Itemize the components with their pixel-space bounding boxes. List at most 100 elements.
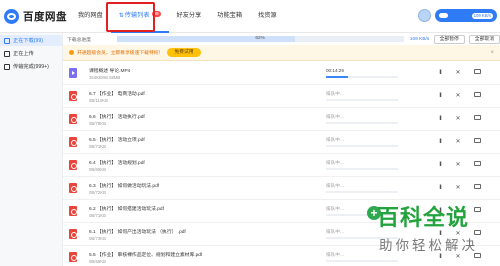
nav-friend-share[interactable]: 好友分享 [169, 0, 210, 33]
total-progress-label: 下载总进度 [67, 37, 91, 43]
notice-text: 开通超级会员，立即尊享极速下载特权！ [77, 51, 164, 56]
pause-icon[interactable]: II [436, 115, 444, 123]
close-icon[interactable]: ✕ [454, 138, 462, 146]
file-name: 6.4 【执行】 活动规划.pdf [89, 161, 145, 166]
sidebar-item-completed[interactable]: 传输完成(999+) [0, 61, 62, 72]
transfer-status: 排队中… [326, 252, 345, 257]
pause-icon[interactable]: II [436, 161, 444, 169]
file-progress-bar [326, 76, 398, 78]
total-progress-row: 下载总进度 62% 109 KB/s 全部暂停 全部取消 [63, 33, 500, 45]
pdf-file-icon [69, 252, 77, 262]
logo[interactable]: 百度网盘 [4, 7, 67, 25]
pdf-file-icon [69, 160, 77, 170]
account-area: 109 KB/s [418, 9, 497, 22]
close-icon[interactable]: ✕ [454, 161, 462, 169]
transfer-status: 排队中… [326, 137, 345, 142]
pause-icon[interactable]: II [436, 138, 444, 146]
nav-transfer-list[interactable]: ⇅传输列表 99 [110, 0, 169, 33]
watermark-subtitle: 助你轻松解决 [379, 238, 478, 253]
video-file-icon [69, 68, 77, 78]
pause-icon[interactable]: II [436, 92, 444, 100]
sidebar-item-label: 正在下载(99) [13, 38, 43, 44]
transfer-icon: ⇅ [118, 13, 124, 19]
folder-icon[interactable] [473, 115, 481, 123]
transfer-status: 排队中… [326, 114, 345, 119]
folder-icon[interactable] [473, 161, 481, 169]
file-name: 5.5 【作业】 审核裸作品定位、规划和建立素材库.pdf [89, 253, 203, 258]
folder-icon[interactable] [473, 69, 481, 77]
file-progress-bar [326, 145, 398, 147]
file-name: 6.3 【执行】 如何做活动玩法.pdf [89, 184, 160, 189]
transfer-status: 排队中… [326, 206, 345, 211]
table-row[interactable]: 6.5 【执行】 活动立项.pdf 0B/71KB 排队中… II ✕ [63, 131, 500, 154]
close-icon[interactable]: ✕ [454, 69, 462, 77]
close-icon[interactable]: × [490, 50, 494, 56]
watermark-logo: + 百科全说 助你轻松解决 [367, 200, 497, 260]
cancel-all-button[interactable]: 全部取消 [468, 34, 500, 44]
file-size: 0B/65KB [89, 167, 106, 172]
check-icon [4, 63, 10, 70]
pdf-file-icon [69, 206, 77, 216]
file-name: 6.2 【执行】 如何搭建活动玩法.pdf [89, 207, 164, 212]
watermark-title: 百科全说 [377, 205, 470, 230]
info-icon [69, 50, 74, 55]
pdf-file-icon [69, 137, 77, 147]
pdf-file-icon [69, 183, 77, 193]
vip-notice-bar: 开通超级会员，立即尊享极速下载特权！ 免费试用 × [63, 45, 500, 61]
table-row[interactable]: 6.4 【执行】 活动规划.pdf 0B/65KB 排队中… II ✕ [63, 154, 500, 177]
file-progress-bar [326, 191, 398, 193]
file-size: 0B/66KB [89, 259, 106, 264]
main-nav: 我的网盘 ⇅传输列表 99 好友分享 功能宝箱 找资源 [70, 0, 285, 33]
nav-my-drive[interactable]: 我的网盘 [70, 0, 111, 33]
transfer-status: 排队中… [326, 229, 345, 234]
folder-icon[interactable] [473, 92, 481, 100]
pause-icon[interactable]: II [436, 184, 444, 192]
pause-all-button[interactable]: 全部暂停 [433, 34, 465, 44]
file-progress-bar [326, 99, 398, 101]
file-progress-bar [326, 122, 398, 124]
file-size: 0B/71KB [89, 144, 106, 149]
nav-find-resources[interactable]: 找资源 [250, 0, 285, 33]
file-size: 354KB/96.58MB [89, 75, 121, 80]
transfer-status: 排队中… [326, 91, 345, 96]
logo-text: 百度网盘 [23, 10, 67, 23]
total-progress-bar: 62% [116, 36, 404, 42]
pdf-file-icon [69, 114, 77, 124]
nav-toolbox[interactable]: 功能宝箱 [209, 0, 250, 33]
nav-label: 功能宝箱 [217, 12, 243, 19]
total-speed: 109 KB/s [409, 36, 430, 42]
close-icon[interactable]: ✕ [454, 115, 462, 123]
close-icon[interactable]: ✕ [454, 184, 462, 192]
file-size: 0B/71KB [89, 213, 106, 218]
nav-label: 好友分享 [176, 12, 202, 19]
upload-icon [4, 50, 10, 57]
table-row[interactable]: 6.7 【作业】 电商活动.pdf 0B/110KB 排队中… II ✕ [63, 85, 500, 108]
file-size: 0B/73KB [89, 236, 106, 241]
speed-indicator: 109 KB/s [471, 12, 493, 19]
transfer-count-badge: 99 [151, 11, 161, 17]
sidebar-item-label: 正在上传 [13, 51, 34, 57]
sidebar: 正在下载(99) 正在上传 传输完成(999+) [0, 33, 63, 266]
table-row[interactable]: 6.3 【执行】 如何做活动玩法.pdf 0B/72KB 排队中… II ✕ [63, 177, 500, 200]
file-progress-fill [326, 76, 348, 78]
file-size: 0B/78KB [89, 121, 106, 126]
close-icon[interactable]: ✕ [454, 92, 462, 100]
free-trial-button[interactable]: 免费试用 [167, 48, 201, 57]
file-size: 0B/110KB [89, 98, 109, 103]
pause-icon[interactable]: II [436, 69, 444, 77]
sidebar-item-uploading[interactable]: 正在上传 [0, 48, 62, 59]
nav-label: 我的网盘 [78, 12, 103, 19]
top-bar: 百度网盘 我的网盘 ⇅传输列表 99 好友分享 功能宝箱 找资源 109 KB/s [0, 0, 500, 33]
sidebar-item-downloading[interactable]: 正在下载(99) [0, 35, 62, 46]
pdf-file-icon [69, 91, 77, 101]
file-name: 6.6 【执行】 活动执行.pdf [89, 115, 145, 120]
avatar[interactable] [418, 9, 431, 22]
table-row[interactable]: 6.6 【执行】 活动执行.pdf 0B/78KB 排队中… II ✕ [63, 108, 500, 131]
folder-icon[interactable] [473, 184, 481, 192]
file-size: 0B/72KB [89, 190, 106, 195]
file-name: 6.5 【执行】 活动立项.pdf [89, 138, 145, 143]
speed-pill[interactable]: 109 KB/s [435, 9, 497, 22]
table-row[interactable]: 课程概述 导论.MP4 354KB/96.58MB 00:14:29 II ✕ [63, 62, 500, 85]
folder-icon[interactable] [473, 138, 481, 146]
file-name: 课程概述 导论.MP4 [89, 69, 131, 74]
